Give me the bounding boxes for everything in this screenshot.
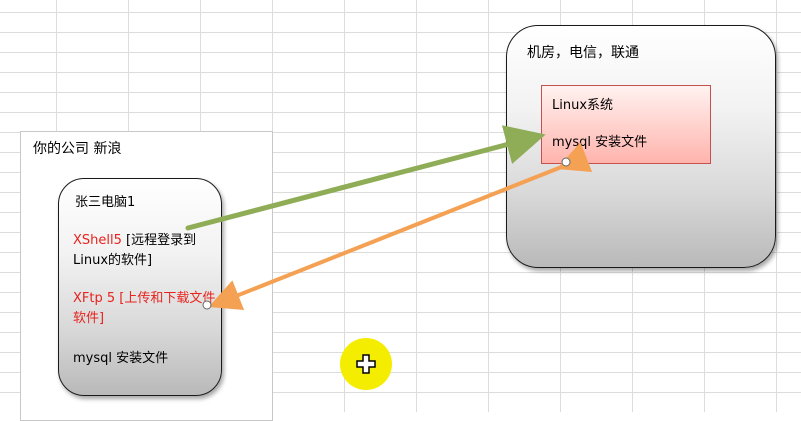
xshell-label: XShell5 [远程登录到Linux的软件] xyxy=(73,231,218,271)
cursor-highlight xyxy=(340,338,392,390)
linux-title: Linux系统 xyxy=(552,98,614,113)
server-title: 机房，电信，联通 xyxy=(527,45,639,61)
pc-mysql-label: mysql 安装文件 xyxy=(73,351,169,366)
pc-box: 张三电脑1 XShell5 [远程登录到Linux的软件] XFtp 5 [上传… xyxy=(58,178,222,396)
linux-system-box: Linux系统 mysql 安装文件 xyxy=(541,85,711,164)
xshell-name: XShell5 xyxy=(73,233,122,248)
linux-mysql-label: mysql 安装文件 xyxy=(552,135,648,150)
company-title: 你的公司 新浪 xyxy=(33,141,122,157)
xftp-label: XFtp 5 [上传和下载文件软件] xyxy=(73,291,216,326)
crosshair-cursor-icon xyxy=(356,354,376,374)
pc-title: 张三电脑1 xyxy=(75,195,136,210)
